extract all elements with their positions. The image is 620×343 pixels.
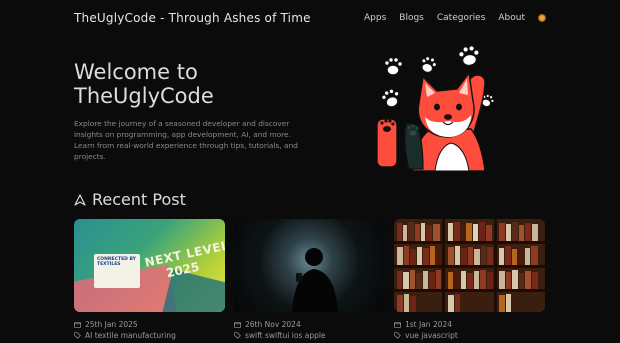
post-meta: 26th Nov 2024 swift swiftui ios apple xyxy=(234,319,385,341)
post-meta: 25th Jan 2025 AI textile manufacturing xyxy=(74,319,225,341)
calendar-icon xyxy=(394,321,401,328)
post-thumbnail[interactable]: CONNECTED BY TEXTILES NEXT LEVEL 2025 xyxy=(74,219,225,312)
recent-post-heading: Recent Post xyxy=(74,190,186,209)
post-tags[interactable]: swift swiftui ios apple xyxy=(245,330,326,341)
tag-icon xyxy=(234,332,241,339)
post-thumbnail[interactable] xyxy=(394,219,545,312)
sun-icon[interactable] xyxy=(538,14,546,22)
tag-icon xyxy=(394,332,401,339)
nav-blogs[interactable]: Blogs xyxy=(399,13,424,23)
hero-title-line1: Welcome to xyxy=(74,60,198,84)
shiba-paws-illustration xyxy=(376,44,495,171)
bookshelf-image xyxy=(394,219,545,312)
post-thumbnail[interactable] xyxy=(234,219,385,312)
post-date: 1st Jan 2024 xyxy=(405,320,453,329)
post-tags[interactable]: AI textile manufacturing xyxy=(85,330,176,341)
calendar-icon xyxy=(74,321,81,328)
silhouette-image xyxy=(292,248,338,312)
post-date: 25th Jan 2025 xyxy=(85,320,138,329)
nav-menu: Apps Blogs Categories About xyxy=(364,13,546,23)
tag-icon xyxy=(74,332,81,339)
site-title[interactable]: TheUglyCode - Through Ashes of Time xyxy=(74,11,311,25)
top-nav: TheUglyCode - Through Ashes of Time Apps… xyxy=(74,9,546,27)
image-text-card: CONNECTED BY TEXTILES xyxy=(94,254,140,288)
hero-title-line2: TheUglyCode xyxy=(74,84,214,108)
calendar-icon xyxy=(234,321,241,328)
nav-apps[interactable]: Apps xyxy=(364,13,386,23)
nav-about[interactable]: About xyxy=(498,13,525,23)
post-card[interactable]: 1st Jan 2024 vue javascript xyxy=(394,219,545,341)
post-tags[interactable]: vue javascript xyxy=(405,330,458,341)
post-card[interactable]: CONNECTED BY TEXTILES NEXT LEVEL 2025 25… xyxy=(74,219,225,341)
hero-title: Welcome to TheUglyCode xyxy=(74,60,314,108)
nav-arrow-icon xyxy=(74,193,86,206)
post-card[interactable]: 26th Nov 2024 swift swiftui ios apple xyxy=(234,219,385,341)
nav-categories[interactable]: Categories xyxy=(437,13,486,23)
recent-post-title: Recent Post xyxy=(92,190,186,209)
post-meta: 1st Jan 2024 vue javascript xyxy=(394,319,545,341)
hero-description: Explore the journey of a seasoned develo… xyxy=(74,119,298,161)
post-date: 26th Nov 2024 xyxy=(245,320,301,329)
